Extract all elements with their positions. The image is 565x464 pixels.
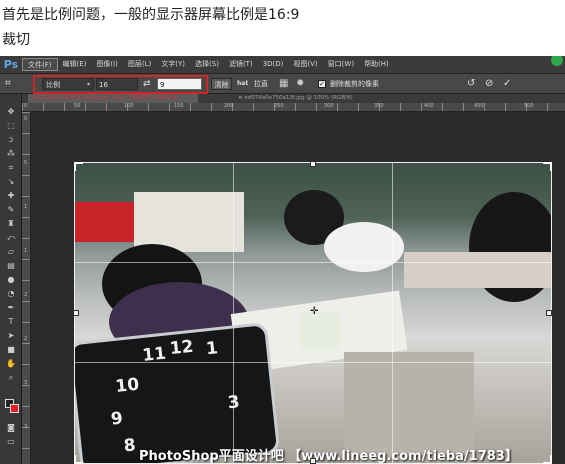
ruler-number: 3 [24, 424, 28, 430]
tools-panel: ✥ ⬚ ↄ ⁂ ⌗ ↘ ✚ ✎ ♜ ⤺ ▱ ▤ ● ◔ ✒ T ➤ ■ ✋ ⌕ … [0, 94, 22, 464]
delete-cropped-checkbox[interactable]: ✓ [318, 80, 326, 88]
ruler-number: 200 [224, 103, 234, 109]
commit-icon[interactable]: ✓ [503, 78, 515, 90]
reset-icon[interactable]: ↺ [467, 78, 479, 90]
shape-icon[interactable]: ■ [4, 344, 18, 355]
lasso-icon[interactable]: ↄ [4, 134, 18, 145]
straighten-icon[interactable]: hat [237, 78, 251, 90]
crop-corner-handle[interactable] [74, 162, 83, 171]
menu-image[interactable]: 图像(I) [91, 58, 123, 71]
menu-file[interactable]: 文件(F) [22, 58, 58, 71]
eyedropper-icon[interactable]: ↘ [4, 176, 18, 187]
dodge-icon[interactable]: ◔ [4, 288, 18, 299]
document-tabs: 20120605181836399.jpg @ 100% (背景拷贝, RGB/… [22, 94, 565, 103]
menu-help[interactable]: 帮助(H) [359, 58, 394, 71]
ruler-number: 1 [24, 248, 28, 254]
blur-icon[interactable]: ● [4, 274, 18, 285]
ruler-number: 450 [474, 103, 484, 109]
ruler-number: 1 [24, 204, 28, 210]
options-bar: ⌗ 比例 ▾ 16 ⇄ 9 清除 hat 拉直 ▦ ✹ ✓ 删除裁剪的像素 ↺ … [0, 73, 565, 94]
clear-button[interactable]: 清除 [211, 78, 232, 90]
menu-3d[interactable]: 3D(D) [258, 58, 289, 71]
quick-select-icon[interactable]: ⁂ [4, 148, 18, 159]
straighten-button[interactable]: 拉直 [254, 78, 272, 90]
menu-layer[interactable]: 图层(L) [123, 58, 156, 71]
photo-classroom: 11 12 1 10 9 3 8 PhotoShop平面设计吧 【www.lin… [74, 162, 552, 464]
history-brush-icon[interactable]: ⤺ [4, 232, 18, 243]
crop-edge-handle[interactable] [74, 310, 79, 316]
menu-filter[interactable]: 滤镜(T) [224, 58, 258, 71]
caption-line-2: 裁切 [2, 32, 30, 48]
grid-overlay-icon[interactable]: ▦ [279, 78, 291, 90]
menu-view[interactable]: 视图(V) [288, 58, 322, 71]
menu-edit[interactable]: 编辑(E) [58, 58, 92, 71]
crop-corner-handle[interactable] [543, 162, 552, 171]
healing-icon[interactable]: ✚ [4, 190, 18, 201]
ruler-number: 250 [274, 103, 284, 109]
ruler-number: 0 [24, 103, 28, 109]
status-indicator-icon [551, 56, 563, 66]
gradient-icon[interactable]: ▤ [4, 260, 18, 271]
highlight-box [33, 75, 208, 94]
crop-grid-line [233, 162, 234, 464]
tab-document-2[interactable]: × ed074a0e750a13f.jpg @ 100% (RGB/8) [234, 94, 394, 103]
crop-grid-line [74, 262, 552, 263]
ruler-number: 50 [74, 103, 81, 109]
crop-edge-handle[interactable] [310, 162, 316, 167]
type-icon[interactable]: T [4, 316, 18, 327]
ruler-number: 3 [24, 380, 28, 386]
brush-icon[interactable]: ✎ [4, 204, 18, 215]
cancel-icon[interactable]: ⊘ [485, 78, 497, 90]
crop-corner-handle[interactable] [74, 455, 83, 464]
ruler-vertical: 0 5 1 1 2 2 3 3 [22, 112, 31, 464]
ruler-number: 5 [24, 160, 28, 166]
screen-mode-icon[interactable]: ▭ [4, 436, 18, 447]
crop-icon[interactable]: ⌗ [4, 162, 18, 173]
tab-label: 20120605181836399.jpg @ 100% (背景拷贝, RGB/… [32, 95, 180, 101]
ruler-number: 0 [24, 116, 28, 122]
zoom-icon[interactable]: ⌕ [4, 372, 18, 383]
ruler-number: 350 [374, 103, 384, 109]
ruler-number: 150 [174, 103, 184, 109]
crop-grid-line [392, 162, 393, 464]
close-icon[interactable]: × [238, 95, 243, 101]
menu-type[interactable]: 文字(Y) [156, 58, 190, 71]
tab-document-1[interactable]: 20120605181836399.jpg @ 100% (背景拷贝, RGB/… [28, 94, 198, 103]
ruler-number: 400 [424, 103, 434, 109]
path-select-icon[interactable]: ➤ [4, 330, 18, 341]
ruler-number: 100 [124, 103, 134, 109]
marquee-icon[interactable]: ⬚ [4, 120, 18, 131]
quick-mask-icon[interactable]: ◙ [4, 422, 18, 433]
ruler-horizontal: 0 50 100 150 200 250 300 350 400 450 500 [22, 103, 565, 112]
move-icon[interactable]: ✥ [4, 106, 18, 117]
eraser-icon[interactable]: ▱ [4, 246, 18, 257]
ruler-number: 2 [24, 292, 28, 298]
menu-select[interactable]: 选择(S) [190, 58, 224, 71]
tab-label: ed074a0e750a13f.jpg @ 100% (RGB/8) [244, 95, 353, 101]
crop-grid-line [74, 362, 552, 363]
hand-icon[interactable]: ✋ [4, 358, 18, 369]
crop-tool-icon[interactable]: ⌗ [5, 78, 17, 90]
crop-edge-handle[interactable] [310, 458, 316, 464]
ruler-number: 2 [24, 336, 28, 342]
pen-icon[interactable]: ✒ [4, 302, 18, 313]
gear-icon[interactable]: ✹ [296, 78, 308, 90]
crop-center-icon: ✛ [310, 306, 319, 317]
crop-corner-handle[interactable] [543, 455, 552, 464]
caption-line-1: 首先是比例问题，一般的显示器屏幕比例是16:9 [2, 7, 300, 23]
menu-window[interactable]: 窗口(W) [323, 58, 359, 71]
delete-cropped-label: 删除裁剪的像素 [330, 80, 379, 88]
clone-stamp-icon[interactable]: ♜ [4, 218, 18, 229]
background-color-swatch[interactable] [10, 404, 19, 413]
ruler-number: 300 [324, 103, 334, 109]
crop-edge-handle[interactable] [546, 310, 552, 316]
photoshop-logo: Ps [3, 58, 19, 71]
photoshop-window: Ps 文件(F) 编辑(E) 图像(I) 图层(L) 文字(Y) 选择(S) 滤… [0, 56, 565, 464]
ruler-number: 500 [524, 103, 534, 109]
menu-bar: Ps 文件(F) 编辑(E) 图像(I) 图层(L) 文字(Y) 选择(S) 滤… [0, 56, 565, 73]
document-canvas[interactable]: 11 12 1 10 9 3 8 PhotoShop平面设计吧 【www.lin… [31, 112, 565, 464]
